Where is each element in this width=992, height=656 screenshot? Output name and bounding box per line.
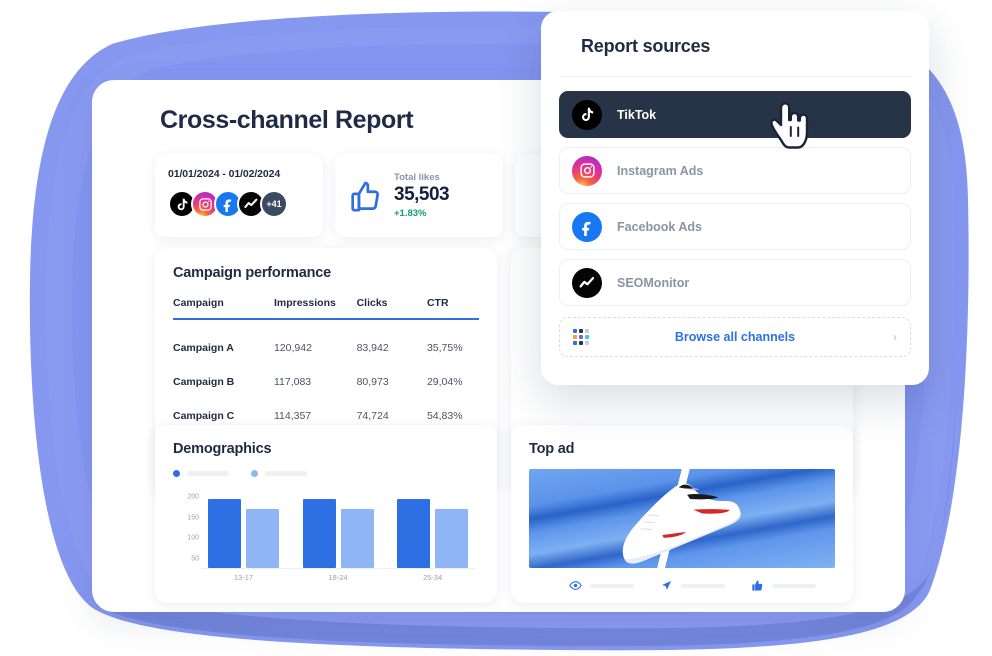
bar-group xyxy=(201,498,286,568)
top-ad-image[interactable] xyxy=(529,469,835,568)
ad-stat-views[interactable] xyxy=(569,579,634,592)
screenshot-root: Cross-channel Report 01/01/2024 - 01/02/… xyxy=(0,0,992,656)
page-title: Cross-channel Report xyxy=(160,106,414,134)
legend-dot-icon xyxy=(251,470,258,477)
chart-bar[interactable] xyxy=(245,509,279,568)
cell-campaign: Campaign B xyxy=(173,376,235,388)
ad-stat-shares[interactable] xyxy=(660,579,725,592)
thumbs-up-icon xyxy=(752,580,763,591)
chart-bar[interactable] xyxy=(340,509,374,568)
channel-avatar-group: ads +41 xyxy=(168,190,323,218)
table-row[interactable]: Campaign A 120,942 83,942 35,75% xyxy=(173,319,479,354)
demographics-panel: Demographics 50 100 150 200 13-17 18-24 25-34 xyxy=(155,425,497,603)
more-channels-badge[interactable]: +41 xyxy=(260,190,288,218)
date-range-card[interactable]: 01/01/2024 - 01/02/2024 ads +41 xyxy=(155,154,323,237)
facebook-ads-tag: ads xyxy=(223,211,233,217)
bar-group xyxy=(390,498,475,568)
column-header-ctr: CTR xyxy=(426,297,479,320)
sneaker-illustration xyxy=(622,482,741,564)
top-ad-stats xyxy=(529,579,835,592)
top-ad-title: Top ad xyxy=(529,441,575,457)
cell-clicks: 80,973 xyxy=(356,376,389,388)
chart-bar[interactable] xyxy=(397,498,431,568)
chart-bar[interactable] xyxy=(302,498,336,568)
legend-placeholder-bar xyxy=(265,471,307,476)
x-axis-label: 18-24 xyxy=(328,573,348,582)
chart-bar[interactable] xyxy=(435,509,469,568)
ad-stat-placeholder-bar xyxy=(590,583,634,588)
source-label: Instagram Ads xyxy=(617,163,704,178)
cell-impressions: 114,357 xyxy=(273,410,312,422)
y-axis-tick: 50 xyxy=(191,555,199,563)
cell-impressions: 117,083 xyxy=(273,376,312,388)
legend-placeholder-bar xyxy=(187,471,229,476)
source-item-tiktok[interactable]: TikTok xyxy=(559,91,911,138)
source-item-facebook-ads[interactable]: ads Facebook Ads xyxy=(559,203,911,250)
total-likes-label: Total likes xyxy=(394,172,440,183)
total-likes-delta: +1.83% xyxy=(394,208,427,219)
source-label: TikTok xyxy=(617,107,657,122)
cell-ctr: 54,83% xyxy=(426,410,463,422)
campaign-performance-title: Campaign performance xyxy=(173,265,331,281)
report-sources-list: TikTok Instagram Ads ads Facebook Ads SE… xyxy=(541,77,929,306)
report-sources-title: Report sources xyxy=(581,36,711,56)
demographics-title: Demographics xyxy=(173,441,272,457)
source-label: SEOMonitor xyxy=(617,275,690,290)
browse-all-channels-label: Browse all channels xyxy=(674,330,796,344)
y-axis-tick: 200 xyxy=(187,493,199,501)
chart-legend xyxy=(173,470,479,477)
total-likes-text: Total likes 35,503 +1.83% xyxy=(394,172,450,219)
source-item-instagram-ads[interactable]: Instagram Ads xyxy=(559,147,911,194)
legend-item-series-b xyxy=(251,470,307,477)
pointer-hand-cursor xyxy=(770,102,809,149)
source-item-seomonitor[interactable]: SEOMonitor xyxy=(559,259,911,306)
column-header-impressions: Impressions xyxy=(273,297,357,320)
x-axis-label: 25-34 xyxy=(422,573,443,582)
x-axis-label: 13-17 xyxy=(233,573,254,582)
date-range-label: 01/01/2024 - 01/02/2024 xyxy=(168,168,281,180)
cell-campaign: Campaign A xyxy=(173,342,234,354)
table-header-row: Campaign Impressions Clicks CTR xyxy=(173,297,479,320)
column-header-clicks: Clicks xyxy=(356,297,427,320)
instagram-icon xyxy=(572,155,602,186)
report-sources-popup: Report sources TikTok Instagram Ads ads … xyxy=(541,11,929,385)
legend-item-series-a xyxy=(173,470,229,477)
y-axis-tick: 100 xyxy=(187,534,199,542)
ad-stat-placeholder-bar xyxy=(681,583,725,588)
chart-y-axis: 50 100 150 200 xyxy=(173,491,199,569)
cell-ctr: 29,04% xyxy=(426,376,463,388)
cell-impressions: 120,942 xyxy=(273,342,312,354)
top-ad-panel: Top ad xyxy=(511,425,853,603)
chart-bar[interactable] xyxy=(207,498,241,568)
ad-stat-placeholder-bar xyxy=(772,583,816,588)
cell-clicks: 83,942 xyxy=(356,342,389,354)
legend-dot-icon xyxy=(173,470,180,477)
browse-all-channels-button[interactable]: Browse all channels › xyxy=(559,317,911,357)
cell-ctr: 35,75% xyxy=(426,342,463,354)
campaign-table: Campaign Impressions Clicks CTR Campaign… xyxy=(173,297,479,422)
send-arrow-icon xyxy=(662,580,672,590)
ad-stat-likes[interactable] xyxy=(751,579,816,592)
bar-group xyxy=(296,498,381,568)
thumbs-up-icon xyxy=(351,181,379,212)
demographics-bar-chart: 50 100 150 200 13-17 18-24 25-34 xyxy=(173,491,479,586)
total-likes-card[interactable]: Total likes 35,503 +1.83% xyxy=(335,154,503,237)
facebook-ads-tag: ads xyxy=(582,236,592,243)
seomonitor-icon xyxy=(572,267,602,298)
cell-clicks: 74,724 xyxy=(356,410,389,422)
y-axis-tick: 150 xyxy=(187,514,199,522)
tiktok-icon xyxy=(572,99,602,130)
chart-plot-area xyxy=(201,491,475,569)
eye-icon xyxy=(569,581,582,590)
table-row[interactable]: Campaign B 117,083 80,973 29,04% xyxy=(173,354,479,388)
source-label: Facebook Ads xyxy=(617,219,702,234)
facebook-icon: ads xyxy=(572,211,602,243)
column-header-campaign: Campaign xyxy=(173,297,274,320)
total-likes-value: 35,503 xyxy=(394,184,450,205)
table-row[interactable]: Campaign C 114,357 74,724 54,83% xyxy=(173,388,479,422)
chart-x-axis: 13-17 18-24 25-34 xyxy=(201,573,475,582)
cell-campaign: Campaign C xyxy=(173,410,235,422)
